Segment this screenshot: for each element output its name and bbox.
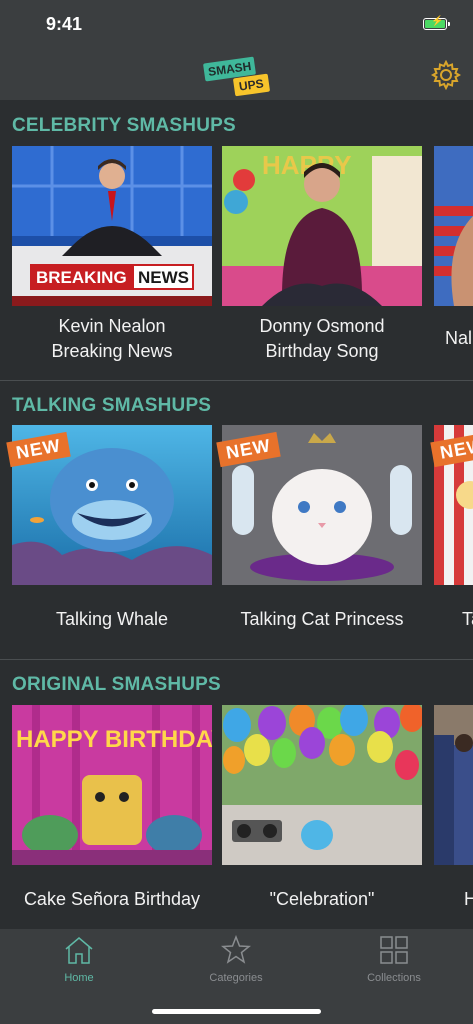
card-thumbnail	[222, 705, 422, 865]
section-title: CELEBRITY SMASHUPS	[12, 115, 236, 136]
tab-collections[interactable]: Collections	[334, 935, 454, 984]
tab-home-label: Home	[64, 972, 94, 984]
card-thumbnail: BREAKING NEWS	[12, 146, 212, 306]
caption-line-2: Breaking News	[51, 341, 173, 361]
breaking-text: BREAKING	[36, 268, 127, 287]
section-original: ORIGINAL SMASHUPS HAPPY BIRTHDAY! Cake S…	[0, 660, 473, 929]
section-title: TALKING SMASHUPS	[12, 395, 212, 416]
app-logo: SMASH UPS	[202, 54, 270, 97]
grid-icon	[380, 936, 408, 964]
home-icon	[65, 937, 93, 964]
logo-ups-text: UPS	[232, 73, 270, 97]
card-caption: "Celebration"	[269, 889, 375, 909]
news-text: NEWS	[138, 268, 189, 287]
tab-home[interactable]: Home	[19, 935, 139, 984]
caption-line-1: Kevin Nealon	[58, 316, 166, 336]
tab-categories-label: Categories	[209, 972, 263, 984]
section-talking: TALKING SMASHUPS NEW Talking Whale NEW T…	[0, 381, 473, 659]
card-caption: Ta	[462, 609, 473, 629]
battery-icon	[423, 16, 450, 30]
card-caption: Nal	[445, 326, 473, 351]
card-caption: Talking Whale	[55, 609, 169, 629]
card-thumbnail: HAPPY	[222, 146, 422, 306]
caption-line-2: Birthday Song	[265, 341, 379, 361]
home-indicator[interactable]	[152, 1009, 321, 1014]
section-celebrity: CELEBRITY SMASHUPS BREAKING NEWS Kevin N…	[0, 100, 473, 380]
status-time: 9:41	[46, 14, 83, 34]
star-icon	[220, 934, 252, 964]
status-bar: 9:41	[0, 0, 473, 48]
card-caption: H	[464, 889, 473, 909]
tab-categories[interactable]: Categories	[176, 934, 296, 984]
nav-bar: SMASH UPS	[0, 48, 473, 100]
card-thumbnail	[434, 705, 473, 865]
card-caption: Talking Cat Princess	[240, 609, 404, 629]
caption-line-1: Donny Osmond	[259, 316, 385, 336]
card-caption: Donny Osmond Birthday Song	[222, 314, 422, 364]
card-caption: Kevin Nealon Breaking News	[12, 314, 212, 364]
happy-birthday-text: HAPPY BIRTHDAY!	[16, 726, 212, 753]
caption-line-1: Nal	[445, 328, 473, 348]
card-thumbnail: HAPPY BIRTHDAY!	[12, 705, 212, 865]
tab-collections-label: Collections	[367, 972, 421, 984]
section-title: ORIGINAL SMASHUPS	[12, 674, 221, 695]
card-caption: Cake Señora Birthday	[23, 889, 201, 909]
card-thumbnail	[434, 146, 473, 306]
gear-icon[interactable]	[431, 60, 461, 90]
